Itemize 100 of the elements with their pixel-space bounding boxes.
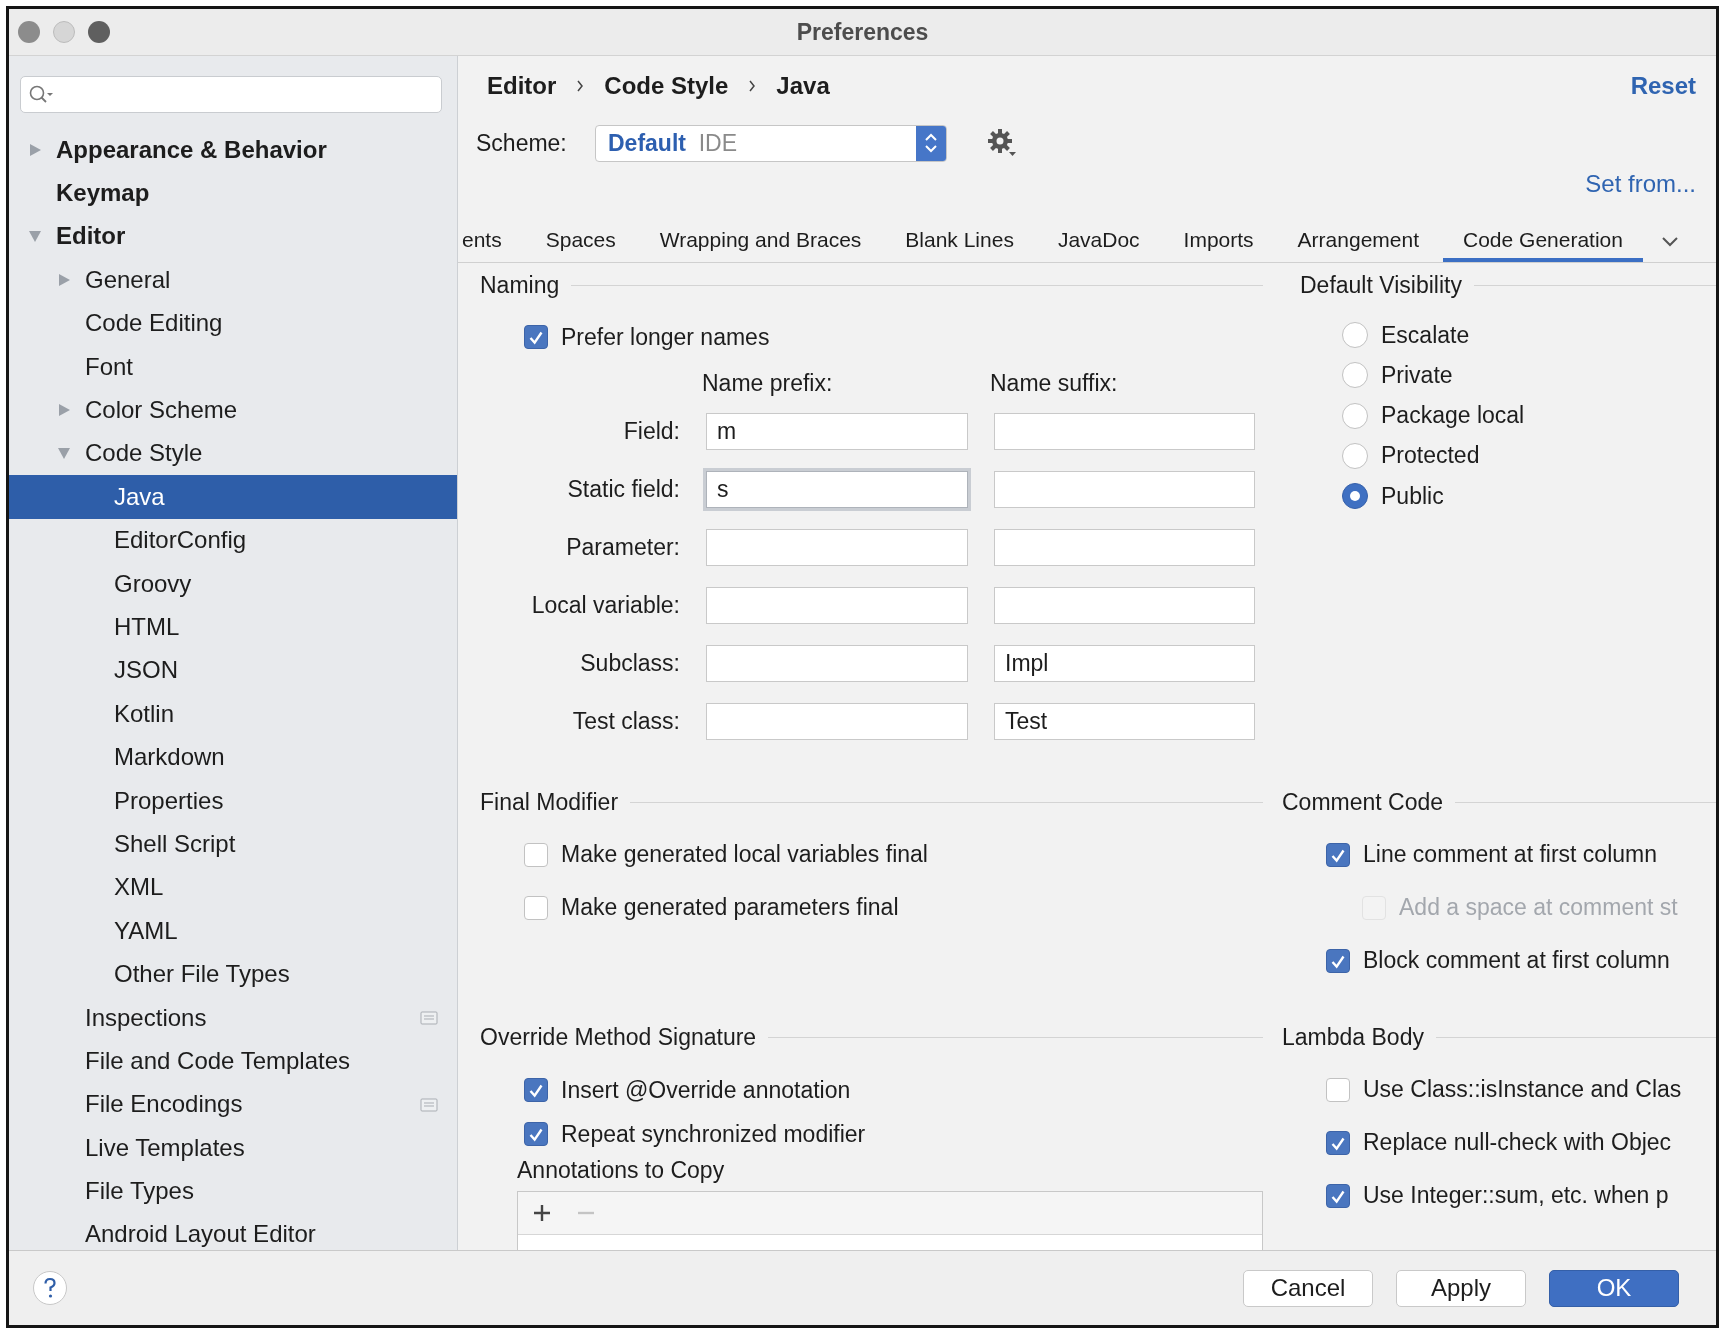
tree-item[interactable]: General	[9, 258, 457, 302]
checkbox-label[interactable]: Replace null-check with Objec	[1363, 1129, 1672, 1156]
checkbox[interactable]	[1326, 1183, 1350, 1208]
tab[interactable]: Arrangement	[1277, 221, 1439, 262]
checkbox[interactable]	[1326, 1077, 1350, 1102]
set-from-link[interactable]: Set from...	[1585, 170, 1696, 198]
tree-item[interactable]: Shell Script	[9, 822, 457, 866]
checkbox[interactable]	[1326, 1130, 1350, 1155]
tree-item[interactable]: JSON	[9, 648, 457, 693]
tree-item[interactable]: File and Code Templates	[9, 1039, 457, 1083]
suffix-field[interactable]	[994, 471, 1255, 508]
prefix-field[interactable]: m	[706, 413, 968, 450]
checkbox[interactable]	[524, 1122, 548, 1146]
suffix-field[interactable]: Test	[994, 703, 1255, 740]
add-icon[interactable]	[532, 1203, 552, 1223]
settings-icon[interactable]	[987, 128, 1017, 158]
radio-button[interactable]	[1342, 402, 1368, 429]
tree-item[interactable]: Appearance & Behavior	[9, 128, 457, 172]
disclosure-triangle-icon[interactable]	[57, 272, 71, 287]
checkbox[interactable]	[1326, 842, 1350, 867]
prefix-field[interactable]	[706, 703, 968, 740]
dialog-button[interactable]: Cancel	[1243, 1269, 1373, 1307]
tab[interactable]: Blank Lines	[885, 221, 1034, 262]
checkbox-label[interactable]: Make generated local variables final	[561, 841, 928, 868]
tab[interactable]: Imports	[1163, 221, 1274, 262]
help-button[interactable]	[32, 1270, 68, 1306]
tree-item[interactable]: Kotlin	[9, 692, 457, 736]
checkbox-label[interactable]: Prefer longer names	[561, 323, 770, 351]
tree-item[interactable]: Code Style	[9, 431, 457, 476]
radio-button[interactable]	[1342, 362, 1368, 389]
prefix-field[interactable]	[706, 587, 968, 624]
suffix-field[interactable]: Impl	[994, 645, 1255, 682]
checkbox-label[interactable]: Use Class::isInstance and Clas	[1363, 1076, 1682, 1103]
radio-button[interactable]	[1342, 322, 1368, 349]
field-label: Static field:	[566, 476, 680, 503]
checkbox[interactable]	[524, 1078, 548, 1102]
tab[interactable]: Code Generation	[1443, 221, 1643, 262]
tree-item[interactable]: Font	[9, 344, 457, 389]
prefix-field[interactable]	[706, 645, 968, 682]
radio-label[interactable]: Protected	[1381, 442, 1480, 470]
tree-item[interactable]: Properties	[9, 778, 457, 823]
search-field[interactable]	[20, 76, 442, 113]
radio-button[interactable]	[1342, 483, 1368, 510]
radio-label[interactable]: Package local	[1381, 402, 1525, 430]
tree-item[interactable]: Android Layout Editor	[9, 1212, 457, 1250]
tree-item[interactable]: Keymap	[9, 171, 457, 215]
tree-item[interactable]: Editor	[9, 214, 457, 259]
tree-item[interactable]: XML	[9, 865, 457, 910]
tree-item[interactable]: File Encodings	[9, 1082, 457, 1126]
tree-item[interactable]: EditorConfig	[9, 518, 457, 562]
tree-item[interactable]: Groovy	[9, 561, 457, 606]
checkbox[interactable]	[524, 325, 548, 349]
prefix-field[interactable]: s	[706, 471, 968, 508]
tree-item[interactable]: Other File Types	[9, 952, 457, 996]
breadcrumb-item[interactable]: Code Style	[604, 72, 729, 100]
close-button[interactable]	[18, 21, 40, 43]
tree-item[interactable]: YAML	[9, 909, 457, 953]
tab[interactable]: JavaDoc	[1037, 221, 1160, 262]
zoom-button[interactable]	[88, 21, 110, 43]
tree-item[interactable]: HTML	[9, 605, 457, 649]
field-label: Test class:	[571, 708, 680, 735]
checkbox[interactable]	[1326, 948, 1350, 973]
checkbox-label[interactable]: Block comment at first column	[1363, 947, 1670, 974]
tree-item[interactable]: Inspections	[9, 995, 457, 1040]
disclosure-triangle-icon[interactable]	[57, 403, 71, 418]
reset-link[interactable]: Reset	[1630, 72, 1696, 100]
checkbox-label[interactable]: Line comment at first column	[1363, 841, 1657, 868]
suffix-field[interactable]	[994, 587, 1255, 624]
checkbox-label[interactable]: Use Integer::sum, etc. when p	[1363, 1182, 1669, 1209]
tree-item[interactable]: Live Templates	[9, 1126, 457, 1170]
checkbox-label[interactable]: Repeat synchronized modifier	[561, 1120, 866, 1148]
dialog-button[interactable]: Apply	[1396, 1269, 1526, 1307]
radio-label[interactable]: Escalate	[1381, 321, 1470, 349]
dialog-button[interactable]: OK	[1549, 1269, 1679, 1307]
scheme-dropdown[interactable]: Default IDE	[595, 124, 947, 162]
checkbox[interactable]	[524, 842, 548, 867]
tree-item[interactable]: File Types	[9, 1169, 457, 1213]
checkbox-label[interactable]: Make generated parameters final	[561, 894, 899, 921]
disclosure-triangle-icon[interactable]	[57, 446, 71, 461]
prefix-field[interactable]	[706, 529, 968, 566]
tree-item[interactable]: Markdown	[9, 735, 457, 779]
tab[interactable]: ents	[458, 221, 522, 262]
tree-item[interactable]: Color Scheme	[9, 388, 457, 432]
chevron-down-icon[interactable]	[1660, 235, 1679, 248]
radio-label[interactable]: Public	[1381, 482, 1444, 510]
checkbox-label[interactable]: Insert @Override annotation	[561, 1076, 851, 1104]
minimize-button[interactable]	[53, 21, 75, 43]
breadcrumb-item[interactable]: Editor	[487, 72, 557, 100]
disclosure-triangle-icon[interactable]	[28, 142, 42, 157]
disclosure-triangle-icon[interactable]	[28, 229, 42, 244]
radio-label[interactable]: Private	[1381, 361, 1453, 389]
radio-button[interactable]	[1342, 442, 1368, 469]
tree-item[interactable]: Code Editing	[9, 301, 457, 345]
tab[interactable]: Wrapping and Braces	[639, 221, 882, 262]
breadcrumb-item[interactable]: Java	[776, 72, 830, 100]
suffix-field[interactable]	[994, 529, 1255, 566]
tab[interactable]: Spaces	[525, 221, 636, 262]
tree-item[interactable]: Java	[9, 475, 457, 519]
suffix-field[interactable]	[994, 413, 1255, 450]
checkbox[interactable]	[524, 895, 548, 920]
